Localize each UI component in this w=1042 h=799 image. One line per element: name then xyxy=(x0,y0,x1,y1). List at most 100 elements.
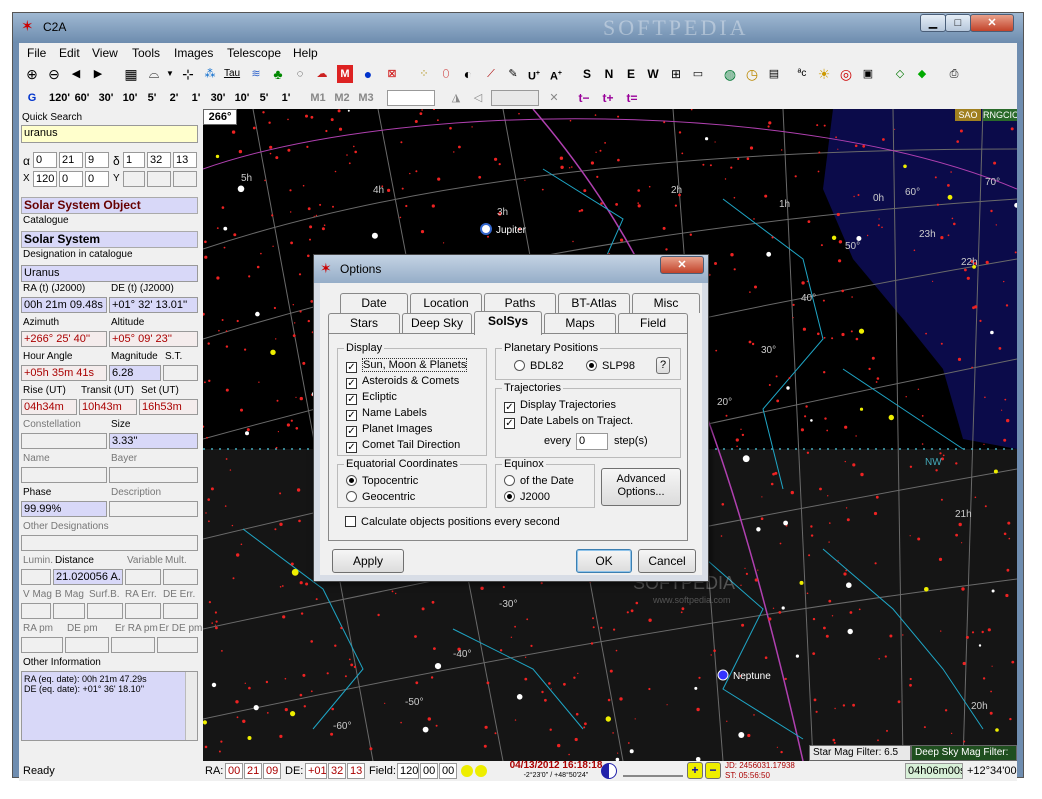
g-button[interactable]: G xyxy=(25,89,39,107)
minimize-button[interactable]: ▁ xyxy=(920,14,946,32)
y-3-input[interactable] xyxy=(173,171,197,187)
clear-icon[interactable]: ✕ xyxy=(547,89,561,107)
tau-label-icon[interactable]: Tau xyxy=(223,65,241,83)
red-oval-icon[interactable]: ⬯ xyxy=(437,65,455,83)
status-ra-m[interactable]: 21 xyxy=(244,763,262,779)
date-labels-checkbox[interactable]: ✓ Date Labels on Traject. xyxy=(504,415,633,429)
display-trajectories-checkbox[interactable]: ✓ Display Trajectories xyxy=(504,399,616,413)
delta-m-input[interactable]: 32 xyxy=(147,152,171,168)
angle-input[interactable] xyxy=(491,90,539,106)
tab-solsys[interactable]: SolSys xyxy=(474,311,542,335)
name-labels-checkbox[interactable]: ✓ Name Labels xyxy=(346,407,427,421)
arrow-right-icon[interactable]: ▶ xyxy=(91,65,105,83)
m2-button[interactable]: M2 xyxy=(333,89,351,107)
tab-misc[interactable]: Misc xyxy=(632,293,700,313)
chart-list-icon[interactable]: ▤ xyxy=(765,65,783,83)
planetary-help-button[interactable]: ? xyxy=(656,357,670,374)
time-slider[interactable] xyxy=(623,765,683,777)
zenith-icon[interactable]: ⊞ xyxy=(667,65,685,83)
time-now-button[interactable]: t= xyxy=(623,89,641,107)
west-button[interactable]: W xyxy=(645,65,661,83)
comet-icon[interactable]: ⟋ xyxy=(482,65,500,83)
a-arrow-icon[interactable]: A+ xyxy=(547,65,565,83)
zoom-in-icon[interactable]: ⊕ xyxy=(23,65,41,83)
fov-2-button[interactable]: 2' xyxy=(167,89,181,107)
tab-paths[interactable]: Paths xyxy=(484,293,556,313)
rngcic-badge[interactable]: RNGCIC xyxy=(983,109,1017,121)
dropdown-arrow-icon[interactable]: ▼ xyxy=(165,65,175,83)
slp98-radio[interactable]: SLP98 xyxy=(586,360,635,372)
cloud-icon[interactable]: ☁ xyxy=(313,65,331,83)
status-field-2[interactable]: 00 xyxy=(420,763,438,779)
x-1-input[interactable]: 120 xyxy=(33,171,57,187)
search-toolbar-input[interactable] xyxy=(387,90,435,106)
planet-images-checkbox[interactable]: ✓ Planet Images xyxy=(346,423,432,437)
menu-view[interactable]: View xyxy=(92,46,118,60)
m1-button[interactable]: M1 xyxy=(309,89,327,107)
advanced-options-button[interactable]: Advanced Options... xyxy=(601,468,681,506)
tab-maps[interactable]: Maps xyxy=(544,313,616,333)
j2000-radio[interactable]: J2000 xyxy=(504,491,550,503)
status-field-1[interactable]: 120 xyxy=(397,763,419,779)
ellipse-icon[interactable]: ◌ xyxy=(291,65,309,83)
menu-file[interactable]: File xyxy=(27,46,46,60)
menu-help[interactable]: Help xyxy=(293,46,318,60)
bdl82-radio[interactable]: BDL82 xyxy=(514,360,564,372)
fov-10s-button[interactable]: 10' xyxy=(233,89,251,107)
asteroids-comets-checkbox[interactable]: ✓ Asteroids & Comets xyxy=(346,375,459,389)
sun-moon-planets-checkbox[interactable]: ✓ Sun, Moon & Planets xyxy=(346,358,468,373)
globe-blue-icon[interactable]: ● xyxy=(359,65,377,83)
y-1-input[interactable] xyxy=(123,171,145,187)
tab-date[interactable]: Date xyxy=(340,293,408,313)
clock-icon[interactable]: ◷ xyxy=(743,65,761,83)
fov-5s-button[interactable]: 5' xyxy=(257,89,271,107)
x-3-input[interactable]: 0 xyxy=(85,171,109,187)
y-2-input[interactable] xyxy=(147,171,171,187)
tab-stars[interactable]: Stars xyxy=(328,313,400,333)
arrow-left-icon[interactable]: ◀ xyxy=(69,65,83,83)
menu-images[interactable]: Images xyxy=(174,46,213,60)
geocentric-radio[interactable]: Geocentric xyxy=(346,491,415,503)
quick-search-input[interactable]: uranus xyxy=(21,125,198,143)
cancel-button[interactable]: Cancel xyxy=(638,549,696,573)
printer-icon[interactable]: ⎙ xyxy=(945,65,963,83)
alpha-h-input[interactable]: 0 xyxy=(33,152,57,168)
north-button[interactable]: N xyxy=(601,65,617,83)
x-2-input[interactable]: 0 xyxy=(59,171,83,187)
every-input[interactable]: 0 xyxy=(576,433,608,450)
m3-button[interactable]: M3 xyxy=(357,89,375,107)
fov-30s-button[interactable]: 30' xyxy=(209,89,227,107)
green-diamond-icon[interactable]: ◆ xyxy=(913,65,931,83)
constellation-icon[interactable]: ⁂ xyxy=(201,65,219,83)
dialog-close-button[interactable]: ✕ xyxy=(660,256,704,274)
telescope-reticle-icon[interactable]: ⊹ xyxy=(179,65,197,83)
earth-icon[interactable]: ◍ xyxy=(721,65,739,83)
fov-5-button[interactable]: 5' xyxy=(145,89,159,107)
ecliptic-checkbox[interactable]: ✓ Ecliptic xyxy=(346,391,397,405)
target-icon[interactable]: ◎ xyxy=(837,65,855,83)
alpha-s-input[interactable]: 9 xyxy=(85,152,109,168)
milky-way-icon[interactable]: ≋ xyxy=(247,65,265,83)
grid-icon[interactable]: ▦ xyxy=(122,65,140,83)
star-mag-filter[interactable]: Star Mag Filter: 6.5 xyxy=(809,745,911,761)
status-ra-s[interactable]: 09 xyxy=(263,763,281,779)
sun-icon[interactable]: ☀ xyxy=(815,65,833,83)
fov-1s-button[interactable]: 1' xyxy=(279,89,293,107)
status-de-d[interactable]: +01 xyxy=(305,763,327,779)
alpha-m-input[interactable]: 21 xyxy=(59,152,83,168)
ok-button[interactable]: OK xyxy=(576,549,632,573)
mirror-v-icon[interactable]: ◁ xyxy=(469,89,487,107)
status-ra-h[interactable]: 00 xyxy=(225,763,243,779)
deep-sky-mag-filter[interactable]: Deep Sky Mag Filter: 14 xyxy=(911,745,1017,761)
comet-tail-checkbox[interactable]: ✓ Comet Tail Direction xyxy=(346,439,460,453)
mirror-h-icon[interactable]: ◮ xyxy=(447,89,465,107)
tab-bt-atlas[interactable]: BT-Atlas xyxy=(558,293,630,313)
ruler-icon[interactable]: ▭ xyxy=(689,65,707,83)
apply-button[interactable]: Apply xyxy=(332,549,404,573)
time-minus-button[interactable]: t− xyxy=(575,89,593,107)
maximize-button[interactable]: □ xyxy=(945,14,971,32)
tree-icon[interactable]: ♣ xyxy=(269,65,287,83)
fov-30-button[interactable]: 30' xyxy=(97,89,115,107)
fov-10-button[interactable]: 10' xyxy=(121,89,139,107)
east-button[interactable]: E xyxy=(623,65,639,83)
